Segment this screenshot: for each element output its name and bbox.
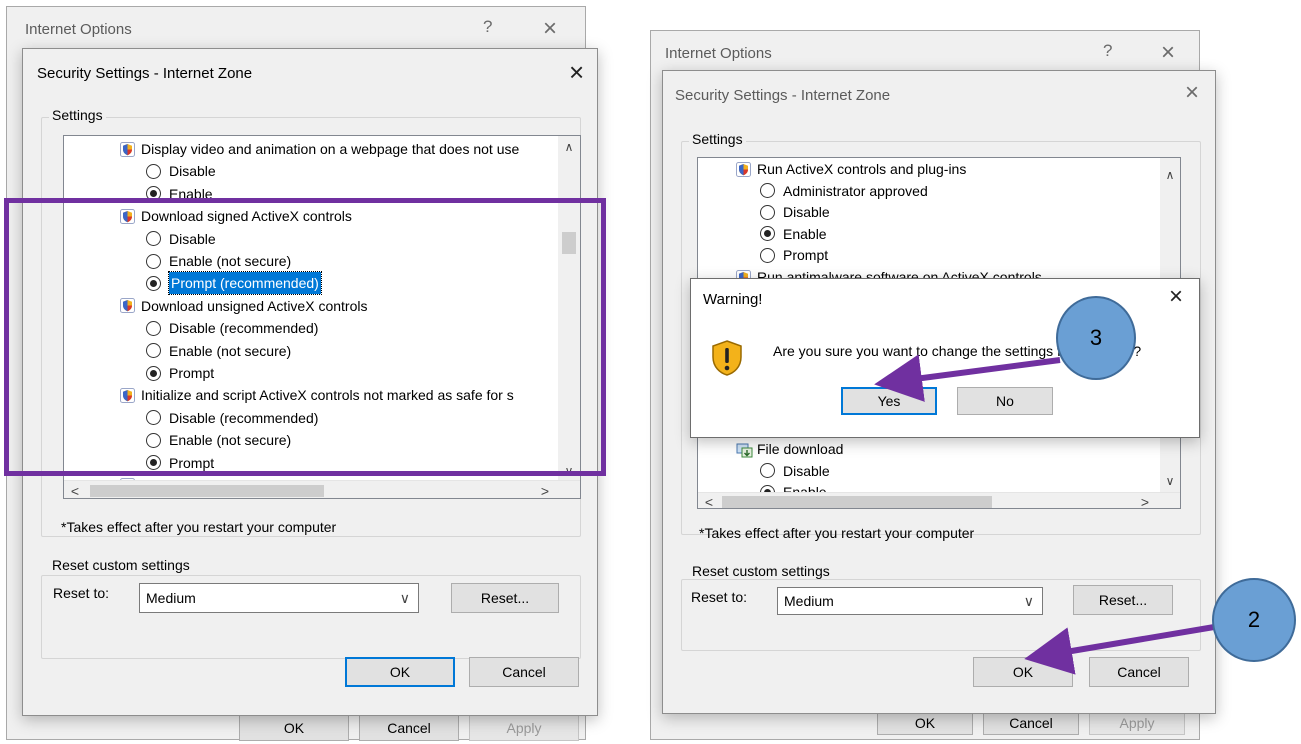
left-reset-button[interactable]: Reset... <box>451 583 559 613</box>
right-chevron-down-icon: ∨ <box>1023 593 1034 609</box>
left-outer-close-button[interactable]: × <box>543 15 557 43</box>
right-outer-cancel-button[interactable]: Cancel <box>983 711 1079 735</box>
radio-unchecked-icon[interactable] <box>760 183 775 199</box>
right-dialog-cancel-button[interactable]: Cancel <box>1089 657 1189 687</box>
right-outer-title: Internet Options <box>665 45 772 62</box>
left-reset-level-value: Medium <box>146 590 196 606</box>
shield-settings-icon <box>736 161 751 177</box>
radio-unchecked-icon[interactable] <box>760 463 775 479</box>
left-outer-apply-button[interactable]: Apply <box>469 715 579 741</box>
file-download-icon <box>736 442 753 457</box>
right-outer-ok-button[interactable]: OK <box>877 711 973 735</box>
setting-option-label: Disable <box>783 204 830 221</box>
warning-title: Warning! <box>703 291 763 308</box>
right-outer-help-button[interactable]: ? <box>1103 41 1112 61</box>
right-hscroll-thumb[interactable] <box>722 496 992 508</box>
left-dialog-title: Security Settings - Internet Zone <box>37 65 253 82</box>
setting-option-label: Disable <box>783 462 830 479</box>
setting-option[interactable]: Disable <box>760 460 830 482</box>
setting-option[interactable]: Disable <box>760 201 830 223</box>
right-outer-apply-button[interactable]: Apply <box>1089 711 1185 735</box>
setting-option[interactable]: Administrator approved <box>760 180 928 202</box>
left-dialog-ok-button[interactable]: OK <box>345 657 455 687</box>
left-scroll-right-icon[interactable]: > <box>538 483 552 498</box>
left-outer-help-button[interactable]: ? <box>483 17 492 37</box>
left-settings-label: Settings <box>49 107 106 123</box>
left-highlight-rectangle <box>4 198 606 476</box>
shield-settings-icon <box>120 141 135 157</box>
radio-unchecked-icon[interactable] <box>146 163 161 179</box>
right-outer-close-button[interactable]: × <box>1161 39 1175 67</box>
setting-option-label: Enable <box>783 225 827 242</box>
callout-3: 3 <box>1056 296 1136 380</box>
setting-group-header: File download <box>736 438 843 460</box>
left-dialog-close-button[interactable]: × <box>569 57 584 88</box>
right-restart-note: *Takes effect after you restart your com… <box>699 525 975 541</box>
callout-2: 2 <box>1212 578 1296 662</box>
left-reset-level-select[interactable]: Medium ∨ <box>139 583 419 613</box>
right-scroll-left-icon[interactable]: < <box>702 494 716 508</box>
right-settings-label: Settings <box>689 131 746 147</box>
radio-unchecked-icon[interactable] <box>760 204 775 220</box>
left-horizontal-scrollbar[interactable]: < > <box>64 480 580 498</box>
right-dialog-title: Security Settings - Internet Zone <box>675 87 891 104</box>
right-ok-button[interactable]: OK <box>973 657 1073 687</box>
warning-yes-button[interactable]: Yes <box>841 387 937 415</box>
right-reset-level-select[interactable]: Medium ∨ <box>777 587 1043 615</box>
warning-no-button[interactable]: No <box>957 387 1053 415</box>
setting-group-header: Display video and animation on a webpage… <box>120 138 519 160</box>
right-reset-button[interactable]: Reset... <box>1073 585 1173 615</box>
setting-option[interactable]: Disable <box>146 160 216 182</box>
right-horizontal-scrollbar[interactable]: < > <box>698 492 1180 508</box>
left-reset-group-label: Reset custom settings <box>49 557 193 573</box>
left-restart-note: *Takes effect after you restart your com… <box>61 519 337 535</box>
right-scroll-up-icon[interactable]: ∧ <box>1160 168 1180 182</box>
left-scroll-left-icon[interactable]: < <box>68 483 82 498</box>
right-scroll-down-icon[interactable]: ∨ <box>1160 474 1180 488</box>
radio-unchecked-icon[interactable] <box>760 247 775 263</box>
setting-group-label: Display video and animation on a webpage… <box>141 141 520 157</box>
setting-option-label: Administrator approved <box>783 182 928 199</box>
radio-checked-icon[interactable] <box>760 226 775 242</box>
left-scroll-up-icon[interactable]: ∧ <box>558 140 580 154</box>
right-dialog-close-button[interactable]: × <box>1185 79 1199 107</box>
left-outer-cancel-button[interactable]: Cancel <box>359 715 459 741</box>
right-reset-group-label: Reset custom settings <box>689 563 833 579</box>
left-dialog-cancel-button[interactable]: Cancel <box>469 657 579 687</box>
right-scroll-right-icon[interactable]: > <box>1138 494 1152 508</box>
setting-group-label: Run ActiveX controls and plug-ins <box>757 161 967 177</box>
right-reset-level-value: Medium <box>784 593 834 609</box>
setting-option[interactable]: Enable <box>760 223 827 245</box>
warning-shield-icon <box>711 339 743 380</box>
left-outer-ok-button[interactable]: OK <box>239 715 349 741</box>
left-chevron-down-icon: ∨ <box>399 590 410 606</box>
setting-group-label: File download <box>757 441 844 457</box>
setting-option-label: Disable <box>169 163 216 180</box>
left-hscroll-thumb[interactable] <box>90 485 324 497</box>
left-outer-title: Internet Options <box>25 21 132 38</box>
left-reset-to-label: Reset to: <box>53 585 110 601</box>
setting-option[interactable]: Prompt <box>760 244 828 266</box>
setting-group-header: Run ActiveX controls and plug-ins <box>736 158 966 180</box>
warning-close-button[interactable]: × <box>1169 283 1183 311</box>
right-reset-to-label: Reset to: <box>691 589 748 605</box>
setting-option-label: Prompt <box>783 247 829 264</box>
